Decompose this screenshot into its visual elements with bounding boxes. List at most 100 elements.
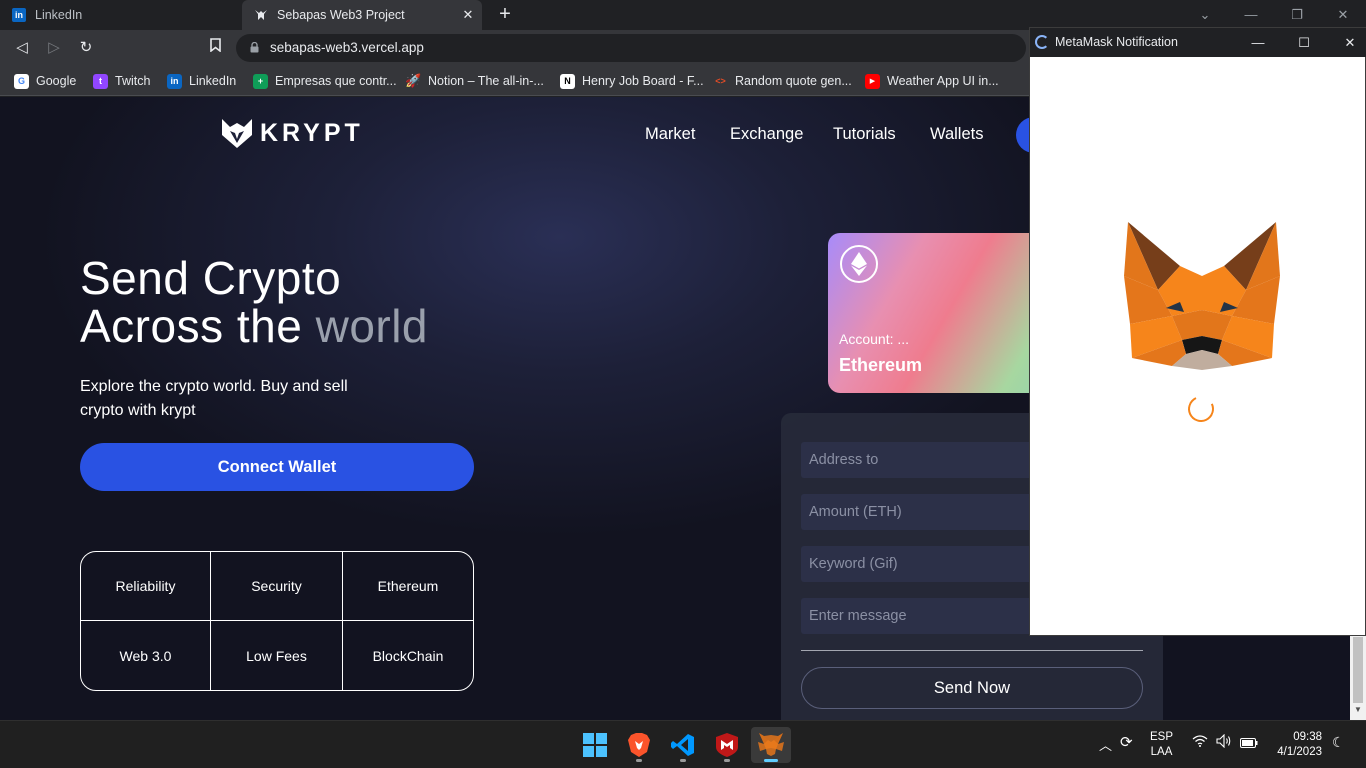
language-line2: LAA — [1150, 746, 1173, 758]
feature-low-fees: Low Fees — [211, 621, 343, 690]
bookmark-label: Weather App UI in... — [887, 74, 999, 88]
google-icon: G — [14, 73, 29, 89]
bookmark-linkedin[interactable]: in LinkedIn — [167, 72, 236, 90]
metamask-window: MetaMask Notification — ☐ ✕ — [1029, 27, 1366, 636]
close-window-button[interactable]: ✕ — [1320, 0, 1366, 30]
hero-title-line2-end: world — [315, 300, 429, 352]
show-hidden-icons[interactable]: ︿ — [1099, 735, 1112, 754]
battery-icon[interactable] — [1240, 738, 1258, 751]
brave-icon[interactable] — [619, 727, 659, 763]
bookmark-empresas[interactable]: + Empresas que contr... — [253, 72, 397, 90]
nav-market[interactable]: Market — [645, 125, 695, 144]
sheets-icon: + — [253, 73, 268, 89]
bookmark-label: Henry Job Board - F... — [582, 74, 704, 88]
taskbar: ︿ ⟳ ESP LAA 09:38 4/1/2023 ☾ — [0, 720, 1366, 768]
bookmark-label: Empresas que contr... — [275, 74, 397, 88]
new-tab-button[interactable]: + — [494, 4, 516, 26]
features-grid: Reliability Security Ethereum Web 3.0 Lo… — [80, 551, 474, 691]
connect-wallet-button[interactable]: Connect Wallet — [80, 443, 474, 491]
bookmark-label: Google — [36, 74, 77, 88]
scroll-down-icon[interactable]: ▼ — [1354, 705, 1362, 714]
forward-icon[interactable]: ▷ — [43, 37, 65, 59]
hero-title-line1: Send Crypto — [80, 252, 342, 304]
tab-linkedin[interactable]: in LinkedIn — [0, 0, 242, 30]
running-indicator — [636, 759, 642, 762]
hero-title-line2: Across the — [80, 300, 316, 352]
nav-wallets[interactable]: Wallets — [930, 125, 983, 144]
bookmark-weather-app[interactable]: ▶ Weather App UI in... — [865, 72, 999, 90]
loading-icon — [1035, 35, 1049, 49]
language-indicator[interactable]: ESP LAA — [1150, 730, 1173, 760]
bookmark-henry[interactable]: N Henry Job Board - F... — [560, 72, 704, 90]
running-indicator — [724, 759, 730, 762]
youtube-icon: ▶ — [865, 73, 880, 89]
bookmark-label: Twitch — [115, 74, 151, 88]
url-text: sebapas-web3.vercel.app — [270, 40, 424, 55]
time: 09:38 — [1293, 731, 1322, 743]
bookmark-label: LinkedIn — [189, 74, 237, 88]
wifi-icon[interactable] — [1192, 735, 1208, 750]
tab-strip: in LinkedIn Sebapas Web3 Project ✕ + ⌄ —… — [0, 0, 1366, 30]
mcafee-icon[interactable] — [707, 727, 747, 763]
bookmark-label: Random quote gen... — [735, 74, 852, 88]
rocket-icon: 🚀 — [405, 73, 422, 88]
feature-blockchain: BlockChain — [372, 647, 444, 664]
bookmark-twitch[interactable]: t Twitch — [93, 72, 150, 90]
close-tab-icon[interactable]: ✕ — [460, 7, 476, 23]
linkedin-icon: in — [167, 73, 182, 89]
hero-subtitle: Explore the crypto world. Buy and sell c… — [80, 378, 348, 419]
language-line1: ESP — [1150, 731, 1174, 743]
feature-reliability: Reliability — [81, 552, 211, 621]
bookmark-notion[interactable]: 🚀 Notion – The all-in-... — [405, 72, 544, 90]
send-now-button[interactable]: Send Now — [801, 667, 1143, 709]
running-indicator — [680, 759, 686, 762]
metamask-fox-icon — [1124, 222, 1280, 370]
bookmark-icon[interactable] — [204, 37, 226, 59]
twitch-icon: t — [93, 73, 108, 89]
date: 4/1/2023 — [1277, 746, 1322, 758]
code-icon: <> — [715, 76, 726, 86]
tab-label: LinkedIn — [35, 8, 83, 22]
tab-label: Sebapas Web3 Project — [277, 8, 405, 22]
address-bar[interactable]: sebapas-web3.vercel.app — [236, 34, 1026, 62]
notifications-icon[interactable]: ☾ — [1332, 734, 1345, 751]
maximize-button[interactable]: ☐ — [1281, 28, 1327, 57]
notion-icon: N — [560, 73, 575, 89]
account-label: Account: ... — [839, 331, 910, 347]
linkedin-icon: in — [12, 8, 26, 22]
form-divider — [801, 650, 1143, 651]
windows-start-icon[interactable] — [575, 727, 615, 763]
minimize-button[interactable]: — — [1235, 28, 1281, 57]
metamask-titlebar: MetaMask Notification — ☐ ✕ — [1030, 28, 1366, 57]
nav-tutorials[interactable]: Tutorials — [833, 125, 896, 144]
lock-icon — [250, 42, 259, 53]
bookmark-random-quote[interactable]: <> Random quote gen... — [713, 72, 852, 90]
metamask-icon[interactable] — [751, 727, 791, 763]
bookmark-label: Notion – The all-in-... — [428, 74, 544, 88]
tab-sebapas-web3[interactable]: Sebapas Web3 Project ✕ — [242, 0, 482, 30]
clock[interactable]: 09:38 4/1/2023 — [1272, 730, 1322, 760]
ethereum-icon — [840, 245, 878, 283]
vscode-icon[interactable] — [663, 727, 703, 763]
krypt-logo[interactable]: KRYPT — [220, 117, 364, 149]
krypt-logo-icon — [222, 119, 252, 148]
sync-icon[interactable]: ⟳ — [1120, 733, 1133, 751]
back-icon[interactable]: ◁ — [11, 37, 33, 59]
running-indicator — [764, 759, 778, 762]
bookmark-google[interactable]: G Google — [14, 72, 76, 90]
metamask-title: MetaMask Notification — [1055, 35, 1178, 49]
nav-exchange[interactable]: Exchange — [730, 125, 803, 144]
feature-security: Security — [211, 552, 343, 621]
minimize-button[interactable]: — — [1228, 0, 1274, 30]
brand-name: KRYPT — [260, 118, 364, 147]
hero-title: Send Crypto Across the world — [80, 254, 428, 350]
volume-icon[interactable] — [1216, 733, 1232, 751]
tab-search-icon[interactable]: ⌄ — [1182, 0, 1228, 30]
scrollbar-thumb[interactable] — [1353, 637, 1363, 703]
reload-icon[interactable]: ↻ — [75, 37, 97, 59]
close-button[interactable]: ✕ — [1327, 28, 1366, 57]
feature-web3: Web 3.0 — [81, 621, 211, 690]
chain-name: Ethereum — [839, 355, 923, 375]
krypt-icon — [254, 8, 268, 22]
restore-button[interactable]: ❐ — [1274, 0, 1320, 30]
